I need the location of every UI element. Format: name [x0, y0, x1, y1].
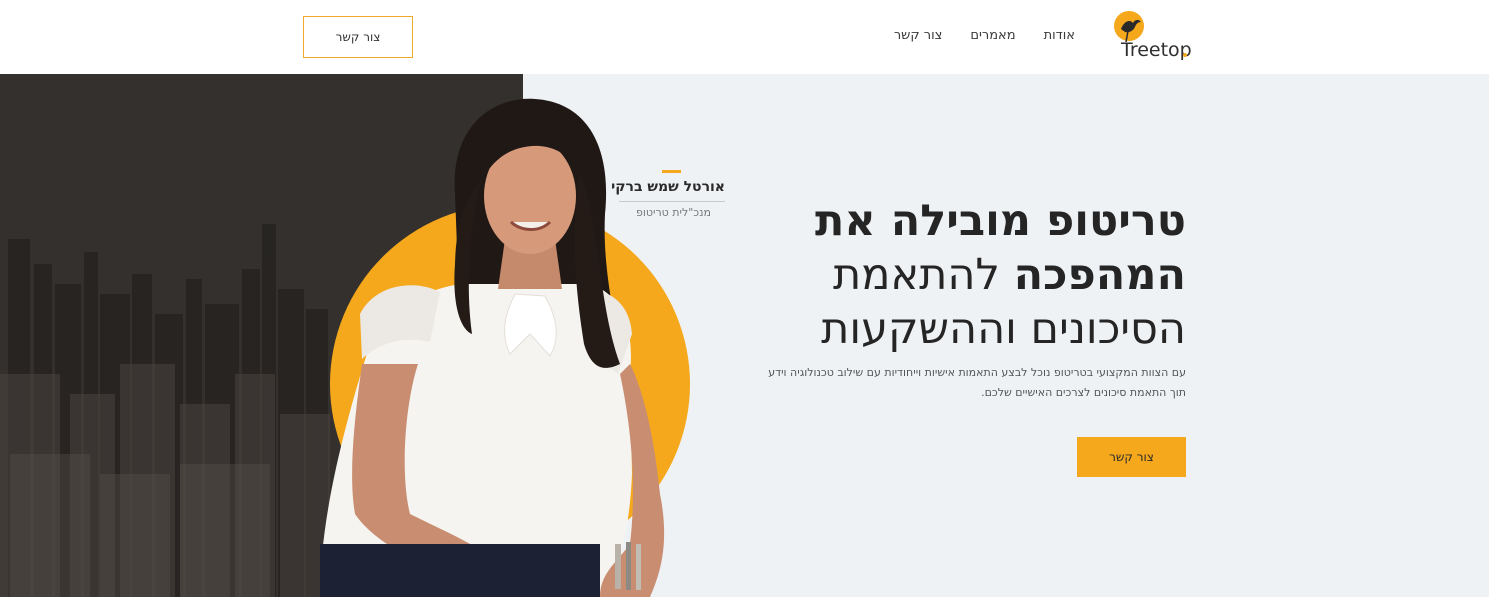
treetop-logo[interactable]: Treetop: [1112, 9, 1192, 67]
headline-line-2-bold: המהפכה: [1013, 250, 1186, 300]
main-nav: אודות מאמרים צור קשר: [894, 28, 1075, 43]
logo-dot: [1183, 53, 1187, 57]
headline-line-1: טריטופ מובילה את: [815, 196, 1186, 246]
caption-accent-bar: [662, 170, 681, 173]
nav-item-articles[interactable]: מאמרים: [970, 28, 1015, 43]
hero-headline: טריטופ מובילה את המהפכה להתאמת הסיכונים …: [746, 194, 1186, 356]
headline-line-3: הסיכונים וההשקעות: [821, 304, 1186, 354]
hero-description: עם הצוות המקצועי בטריטופ נוכל לבצע התאמו…: [768, 366, 1186, 399]
header-contact-button[interactable]: צור קשר: [303, 16, 413, 58]
hero-section: אורטל שמש ברקי מנכ"לית טריטופ טריטופ מוב…: [0, 74, 1489, 597]
headline-line-2-light: להתאמת: [832, 250, 1014, 300]
site-header: Treetop אודות מאמרים צור קשר צור קשר: [0, 0, 1489, 74]
person-role: מנכ"לית טריטופ: [636, 206, 711, 219]
nav-item-about[interactable]: אודות: [1044, 28, 1075, 43]
hero-contact-button[interactable]: צור קשר: [1077, 437, 1186, 477]
person-name: אורטל שמש ברקי: [611, 179, 725, 195]
logo-wordmark: Treetop: [1121, 39, 1192, 61]
caption-divider: [619, 201, 725, 202]
person-photo: [320, 98, 665, 597]
nav-item-contact[interactable]: צור קשר: [894, 28, 943, 43]
